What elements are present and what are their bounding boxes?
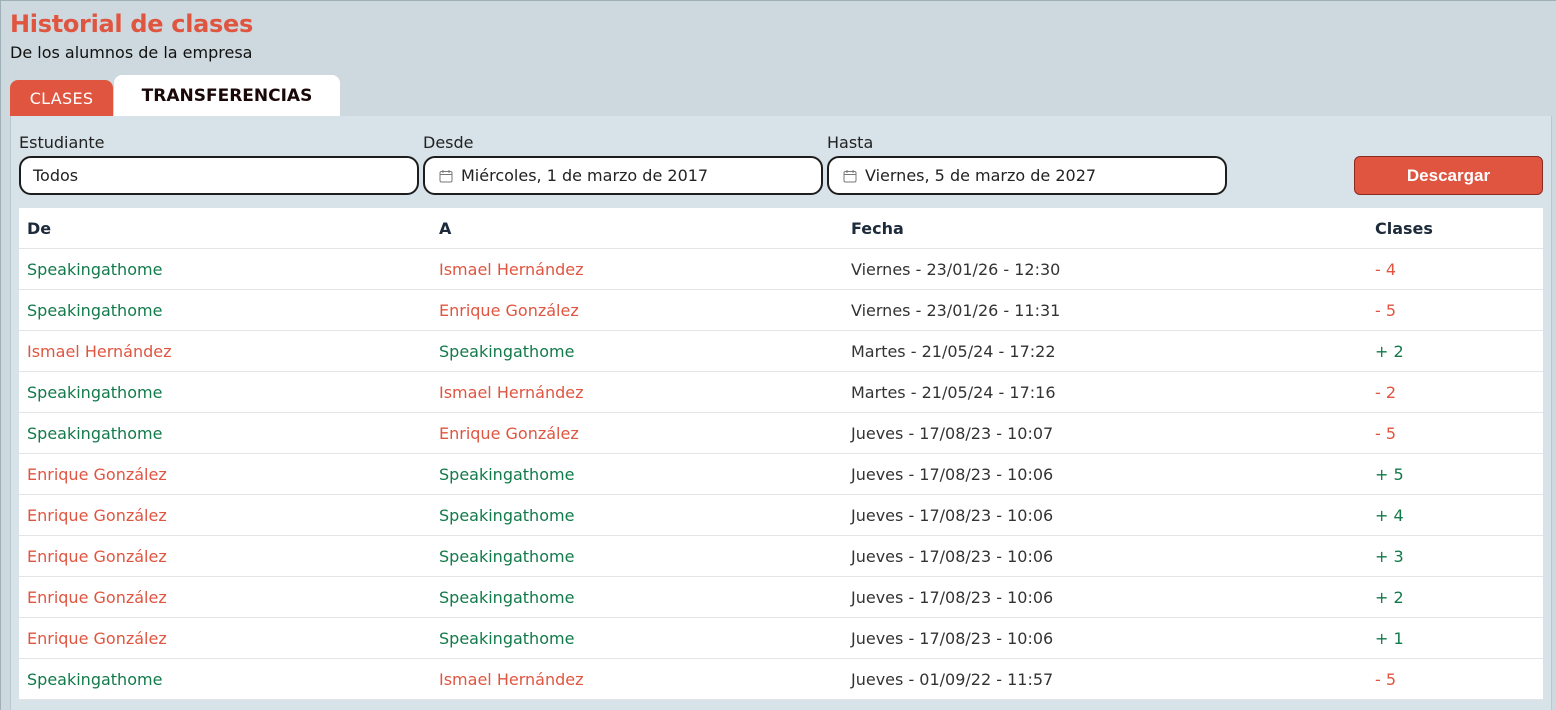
cell-fecha: Jueves - 17/08/23 - 10:06 — [851, 547, 1054, 566]
cell-a: Speakingathome — [439, 547, 575, 566]
cell-de: Speakingathome — [27, 260, 163, 279]
table-row[interactable]: Speakingathome Enrique González Jueves - 1… — [19, 413, 1543, 454]
cell-de: Enrique González — [27, 629, 167, 648]
table-row[interactable]: Ismael Hernández Speakingathome Martes - 2… — [19, 331, 1543, 372]
cell-clases: + 2 — [1375, 588, 1404, 607]
cell-a: Speakingathome — [439, 588, 575, 607]
cell-de: Ismael Hernández — [27, 342, 172, 361]
calendar-icon — [439, 169, 453, 182]
cell-fecha: Jueves - 17/08/23 - 10:06 — [851, 465, 1054, 484]
column-header-a[interactable]: A — [439, 208, 451, 249]
cell-a: Ismael Hernández — [439, 670, 584, 689]
cell-fecha: Jueves - 17/08/23 - 10:06 — [851, 506, 1054, 525]
cell-fecha: Martes - 21/05/24 - 17:16 — [851, 383, 1056, 402]
cell-de: Enrique González — [27, 547, 167, 566]
page-title: Historial de clases — [10, 10, 254, 38]
from-date-value: Miércoles, 1 de marzo de 2017 — [461, 166, 709, 185]
table-row[interactable]: Enrique González Speakingathome Jueves - 1… — [19, 577, 1543, 618]
to-date-value: Viernes, 5 de marzo de 2027 — [865, 166, 1097, 185]
cell-clases: + 2 — [1375, 342, 1404, 361]
cell-de: Speakingathome — [27, 670, 163, 689]
cell-clases: + 3 — [1375, 547, 1404, 566]
tab-clases[interactable]: CLASES — [10, 80, 113, 116]
cell-a: Speakingathome — [439, 629, 575, 648]
cell-a: Ismael Hernández — [439, 383, 584, 402]
table-row[interactable]: Speakingathome Ismael Hernández Martes - 2… — [19, 372, 1543, 413]
to-date-label: Hasta — [827, 133, 874, 152]
cell-de: Speakingathome — [27, 383, 163, 402]
table-row[interactable]: Enrique González Speakingathome Jueves - 1… — [19, 618, 1543, 659]
cell-clases: - 4 — [1375, 260, 1397, 279]
cell-de: Enrique González — [27, 588, 167, 607]
column-header-fecha[interactable]: Fecha — [851, 208, 904, 249]
download-button[interactable]: Descargar — [1354, 156, 1543, 195]
table-row[interactable]: Enrique González Speakingathome Jueves - 1… — [19, 495, 1543, 536]
cell-de: Speakingathome — [27, 424, 163, 443]
cell-fecha: Viernes - 23/01/26 - 11:31 — [851, 301, 1061, 320]
table-row[interactable]: Enrique González Speakingathome Jueves - 1… — [19, 454, 1543, 495]
table-row[interactable]: Speakingathome Ismael Hernández Viernes - … — [19, 249, 1543, 290]
student-select[interactable]: Todos — [19, 156, 419, 195]
cell-a: Speakingathome — [439, 465, 575, 484]
cell-clases: - 5 — [1375, 424, 1397, 443]
to-date-field[interactable]: Viernes, 5 de marzo de 2027 — [827, 156, 1227, 195]
cell-a: Speakingathome — [439, 506, 575, 525]
page-subtitle: De los alumnos de la empresa — [10, 43, 253, 62]
tab-transferencias[interactable]: TRANSFERENCIAS — [114, 75, 340, 116]
from-date-field[interactable]: Miércoles, 1 de marzo de 2017 — [423, 156, 823, 195]
cell-a: Enrique González — [439, 424, 579, 443]
column-header-clases[interactable]: Clases — [1375, 208, 1433, 249]
cell-fecha: Martes - 21/05/24 - 17:22 — [851, 342, 1056, 361]
table-row[interactable]: Speakingathome Enrique González Viernes - … — [19, 290, 1543, 331]
cell-fecha: Jueves - 17/08/23 - 10:06 — [851, 588, 1054, 607]
cell-fecha: Jueves - 17/08/23 - 10:07 — [851, 424, 1054, 443]
table-row[interactable]: Enrique González Speakingathome Jueves - 1… — [19, 536, 1543, 577]
cell-clases: - 2 — [1375, 383, 1397, 402]
cell-clases: + 5 — [1375, 465, 1404, 484]
cell-clases: + 1 — [1375, 629, 1404, 648]
cell-de: Enrique González — [27, 506, 167, 525]
cell-de: Enrique González — [27, 465, 167, 484]
column-header-de[interactable]: De — [27, 208, 51, 249]
cell-a: Speakingathome — [439, 342, 575, 361]
table-header-row: De A Fecha Clases — [19, 208, 1543, 249]
cell-clases: + 4 — [1375, 506, 1404, 525]
transfers-table: De A Fecha Clases Speakingathome Ismael H… — [19, 208, 1543, 700]
student-label: Estudiante — [19, 133, 105, 152]
table-row[interactable]: Speakingathome Ismael Hernández Jueves - 0… — [19, 659, 1543, 700]
from-date-label: Desde — [423, 133, 474, 152]
cell-clases: - 5 — [1375, 670, 1397, 689]
cell-fecha: Jueves - 01/09/22 - 11:57 — [851, 670, 1054, 689]
cell-a: Enrique González — [439, 301, 579, 320]
cell-clases: - 5 — [1375, 301, 1397, 320]
cell-de: Speakingathome — [27, 301, 163, 320]
cell-fecha: Viernes - 23/01/26 - 12:30 — [851, 260, 1061, 279]
calendar-icon — [843, 169, 857, 182]
cell-a: Ismael Hernández — [439, 260, 584, 279]
cell-fecha: Jueves - 17/08/23 - 10:06 — [851, 629, 1054, 648]
student-select-value: Todos — [33, 166, 79, 185]
